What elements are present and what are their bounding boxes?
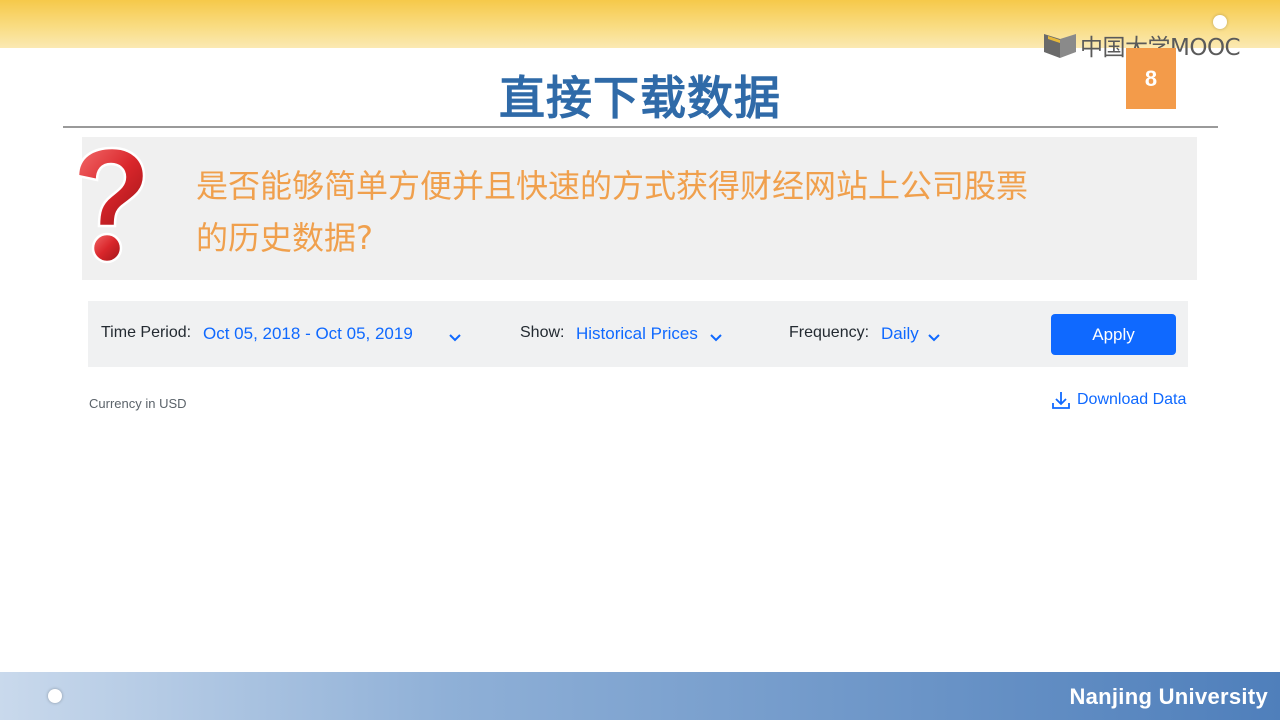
currency-note: Currency in USD — [89, 396, 187, 411]
question-line-2: 的历史数据? — [196, 219, 373, 257]
download-data-link[interactable]: Download Data — [1051, 390, 1186, 410]
time-period-label: Time Period: — [101, 324, 192, 341]
chevron-down-icon[interactable] — [927, 330, 941, 342]
chevron-down-icon[interactable] — [448, 330, 462, 342]
university-name: Nanjing University — [1069, 684, 1268, 709]
question-mark-icon — [70, 142, 150, 270]
time-period-select[interactable]: Oct 05, 2018 - Oct 05, 2019 — [203, 324, 413, 344]
chevron-down-icon[interactable] — [709, 330, 723, 342]
decorative-dot — [1213, 15, 1227, 29]
decorative-dot — [48, 689, 62, 703]
show-select[interactable]: Historical Prices — [576, 324, 698, 344]
title-divider — [63, 126, 1218, 128]
slide-title: 直接下载数据 — [499, 71, 781, 125]
question-line-1: 是否能够简单方便并且快速的方式获得财经网站上公司股票 — [196, 167, 1029, 205]
frequency-label: Frequency: — [789, 324, 870, 341]
download-icon — [1052, 392, 1070, 409]
frequency-select[interactable]: Daily — [881, 324, 919, 344]
show-label: Show: — [520, 324, 565, 341]
question-text: 是否能够简单方便并且快速的方式获得财经网站上公司股票 的历史数据? — [196, 160, 1156, 264]
download-label: Download Data — [1077, 391, 1187, 408]
book-icon — [1042, 30, 1078, 60]
apply-button[interactable]: Apply — [1051, 314, 1176, 355]
